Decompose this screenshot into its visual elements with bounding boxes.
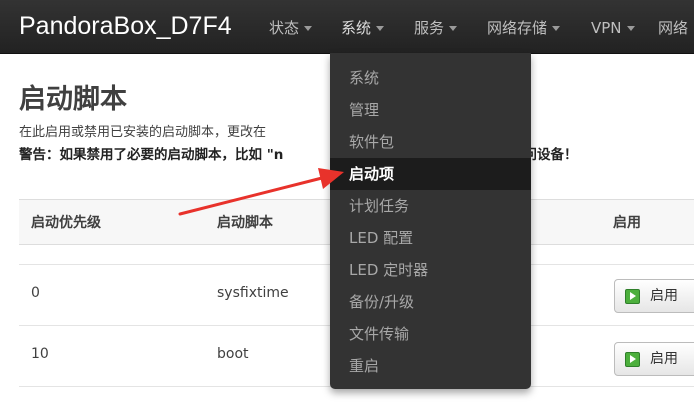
top-navbar: PandoraBox_D7F4 状态 系统 服务 网络存储 VPN 网络 (0, 0, 694, 54)
row-script: boot (217, 346, 249, 362)
menu-item-software[interactable]: 软件包 (330, 126, 531, 158)
menu-item-system[interactable]: 系统 (330, 62, 531, 94)
menu-item-scheduled-tasks[interactable]: 计划任务 (330, 190, 531, 222)
header-script: 启动脚本 (217, 215, 273, 231)
header-enable: 启用 (613, 215, 641, 231)
row-script: sysfixtime (217, 285, 289, 301)
nav-status-label: 状态 (269, 19, 300, 37)
chevron-down-icon (552, 26, 561, 31)
enable-button-label: 启用 (650, 288, 678, 304)
page-title: 启动脚本 (19, 84, 127, 115)
menu-item-file-transfer[interactable]: 文件传输 (330, 318, 531, 350)
menu-item-led-timer[interactable]: LED 定时器 (330, 254, 531, 286)
chevron-down-icon (626, 26, 635, 31)
enable-button[interactable]: 启用 (614, 279, 694, 313)
menu-item-startup[interactable]: 启动项 (330, 158, 531, 190)
enable-button[interactable]: 启用 (614, 342, 694, 376)
nav-system[interactable]: 系统 (341, 17, 385, 39)
nav-network[interactable]: 网络 (658, 17, 688, 39)
chevron-down-icon (376, 26, 385, 31)
nav-network-storage-label: 网络存储 (487, 19, 548, 37)
nav-status[interactable]: 状态 (269, 17, 313, 39)
row-priority: 10 (31, 346, 49, 362)
brand-title[interactable]: PandoraBox_D7F4 (19, 9, 232, 43)
play-icon (625, 352, 640, 367)
nav-network-label: 网络 (658, 19, 689, 37)
header-priority: 启动优先级 (31, 215, 101, 231)
chevron-down-icon (449, 26, 458, 31)
nav-vpn[interactable]: VPN (591, 17, 635, 39)
play-icon (625, 289, 640, 304)
nav-services-label: 服务 (414, 19, 445, 37)
chevron-down-icon (304, 26, 313, 31)
nav-services[interactable]: 服务 (414, 17, 458, 39)
menu-item-reboot[interactable]: 重启 (330, 350, 531, 382)
menu-item-led-config[interactable]: LED 配置 (330, 222, 531, 254)
menu-item-administration[interactable]: 管理 (330, 94, 531, 126)
enable-button-label: 启用 (650, 351, 678, 367)
row-priority: 0 (31, 285, 40, 301)
nav-network-storage[interactable]: 网络存储 (487, 17, 561, 39)
menu-item-backup-upgrade[interactable]: 备份/升级 (330, 286, 531, 318)
warning-text-start: 警告：如果禁用了必要的启动脚本，比如 "n (19, 147, 284, 163)
nav-system-label: 系统 (341, 19, 372, 37)
nav-vpn-label: VPN (591, 19, 622, 37)
page-description: 在此启用或禁用已安装的启动脚本，更改在 (19, 125, 267, 140)
system-dropdown-menu: 系统 管理 软件包 启动项 计划任务 LED 配置 LED 定时器 备份/升级 … (330, 53, 531, 389)
